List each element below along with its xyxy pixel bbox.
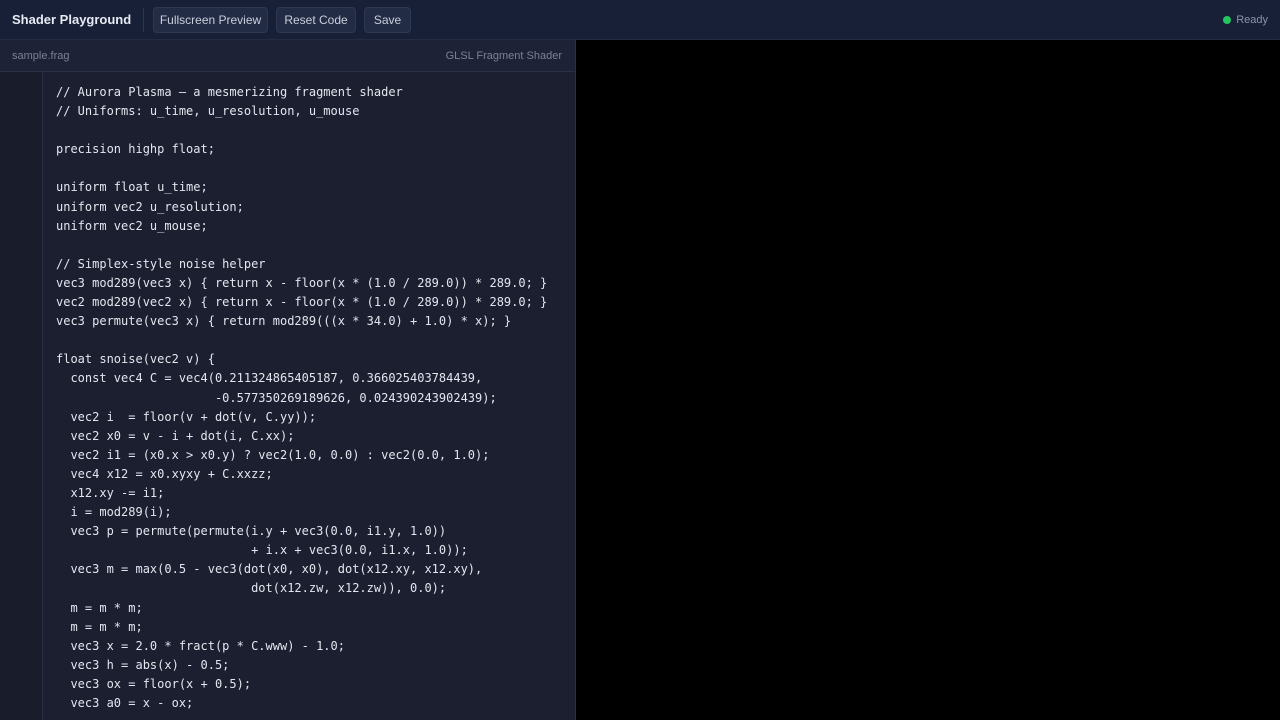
- code-line[interactable]: float snoise(vec2 v) {: [56, 350, 571, 369]
- code-line[interactable]: vec3 x = 2.0 * fract(p * C.www) - 1.0;: [56, 637, 571, 656]
- code-line[interactable]: vec3 a0 = x - ox;: [56, 694, 571, 713]
- code-line[interactable]: + i.x + vec3(0.0, i1.x, 1.0));: [56, 541, 571, 560]
- app-title: Shader Playground: [12, 12, 132, 27]
- code-line[interactable]: vec2 x0 = v - i + dot(i, C.xx);: [56, 427, 571, 446]
- file-name: sample.frag: [12, 50, 70, 62]
- code-line[interactable]: vec2 i1 = (x0.x > x0.y) ? vec2(1.0, 0.0)…: [56, 446, 571, 465]
- reset-code-button[interactable]: Reset Code: [276, 7, 356, 33]
- code-line[interactable]: uniform vec2 u_resolution;: [56, 198, 571, 217]
- code-line[interactable]: uniform float u_time;: [56, 178, 571, 197]
- code-line[interactable]: // Simplex-style noise helper: [56, 255, 571, 274]
- code-line[interactable]: uniform vec2 u_mouse;: [56, 217, 571, 236]
- code-line[interactable]: vec2 mod289(vec2 x) { return x - floor(x…: [56, 293, 571, 312]
- code-line[interactable]: vec3 mod289(vec3 x) { return x - floor(x…: [56, 274, 571, 293]
- code-line[interactable]: [56, 331, 571, 350]
- status-indicator: Ready: [1223, 12, 1268, 28]
- code-line[interactable]: vec3 h = abs(x) - 0.5;: [56, 656, 571, 675]
- code-line[interactable]: [56, 159, 571, 178]
- code-line[interactable]: // Uniforms: u_time, u_resolution, u_mou…: [56, 102, 571, 121]
- code-line[interactable]: m = m * m;: [56, 599, 571, 618]
- code-line[interactable]: -0.577350269189626, 0.024390243902439);: [56, 389, 571, 408]
- code-line[interactable]: [56, 236, 571, 255]
- editor-header: sample.frag GLSL Fragment Shader: [0, 40, 575, 72]
- save-button[interactable]: Save: [364, 7, 411, 33]
- code-line[interactable]: dot(x12.zw, x12.zw)), 0.0);: [56, 579, 571, 598]
- top-toolbar: Shader Playground Fullscreen Preview Res…: [0, 0, 1280, 40]
- code-line[interactable]: i = mod289(i);: [56, 503, 571, 522]
- code-editor-pane: sample.frag GLSL Fragment Shader // Auro…: [0, 40, 576, 720]
- shader-preview-canvas[interactable]: [576, 40, 1280, 720]
- code-line[interactable]: [56, 121, 571, 140]
- code-line[interactable]: vec3 p = permute(permute(i.y + vec3(0.0,…: [56, 522, 571, 541]
- status-text: Ready: [1236, 14, 1268, 26]
- code-line[interactable]: const vec4 C = vec4(0.211324865405187, 0…: [56, 369, 571, 388]
- language-label: GLSL Fragment Shader: [445, 50, 562, 62]
- fullscreen-preview-button[interactable]: Fullscreen Preview: [153, 7, 268, 33]
- line-number-gutter: [0, 72, 43, 720]
- code-line[interactable]: m = m * m;: [56, 618, 571, 637]
- code-line[interactable]: // Aurora Plasma — a mesmerizing fragmen…: [56, 83, 571, 102]
- code-text-area[interactable]: // Aurora Plasma — a mesmerizing fragmen…: [56, 83, 571, 720]
- code-line[interactable]: vec3 permute(vec3 x) { return mod289(((x…: [56, 312, 571, 331]
- status-dot-icon: [1223, 16, 1232, 24]
- code-line[interactable]: x12.xy -= i1;: [56, 484, 571, 503]
- code-line[interactable]: vec3 ox = floor(x + 0.5);: [56, 675, 571, 694]
- code-line[interactable]: vec2 i = floor(v + dot(v, C.yy));: [56, 408, 571, 427]
- code-line[interactable]: vec3 m = max(0.5 - vec3(dot(x0, x0), dot…: [56, 560, 571, 579]
- code-line[interactable]: precision highp float;: [56, 140, 571, 159]
- code-line[interactable]: vec4 x12 = x0.xyxy + C.xxzz;: [56, 465, 571, 484]
- toolbar-divider: [143, 8, 144, 32]
